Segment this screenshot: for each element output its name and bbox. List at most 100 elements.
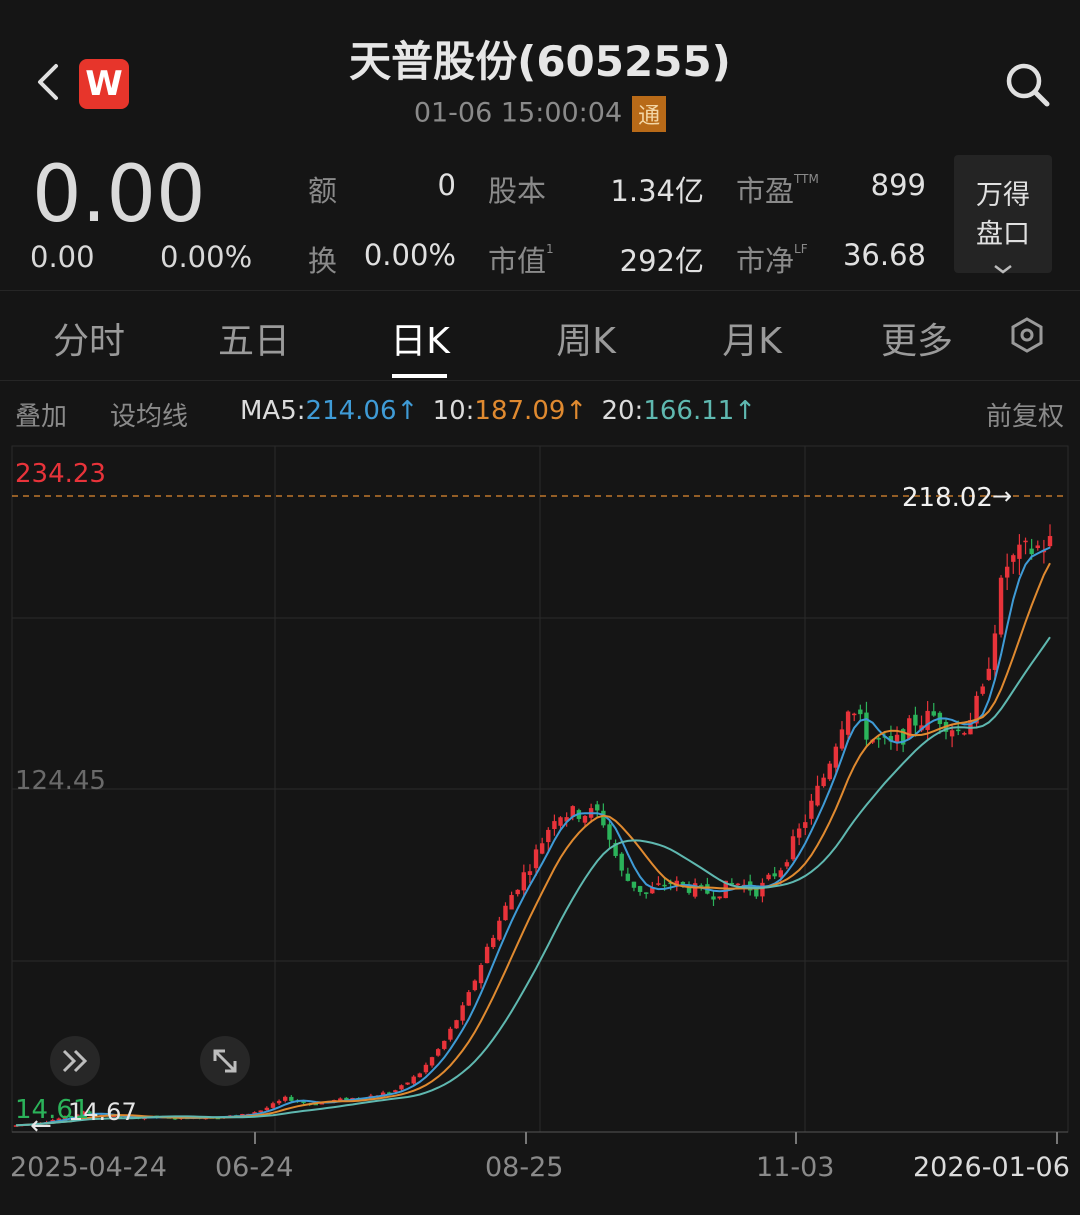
quote-time-row: 01-06 15:00:04 通: [0, 96, 1080, 132]
candle-body: [270, 1103, 276, 1108]
candle-body: [925, 710, 930, 730]
candle-body: [472, 980, 478, 991]
candle-body: [839, 729, 845, 749]
stat-label-pb: 市净LF: [736, 242, 808, 278]
candle-body: [735, 883, 741, 886]
x-label-start: 2025-04-24: [10, 1152, 167, 1183]
candle-body: [503, 905, 508, 921]
overlay-button[interactable]: 叠加: [15, 396, 67, 433]
candle-body: [949, 730, 955, 737]
candle-body: [289, 1096, 294, 1101]
candle-body: [803, 822, 808, 828]
candle-body: [264, 1107, 270, 1111]
tab-weekly-k[interactable]: 周K: [550, 312, 622, 364]
orderbook-line2: 盘口: [976, 219, 1030, 250]
candle-body: [1023, 540, 1028, 543]
candle-body: [411, 1076, 416, 1084]
candle-body: [1029, 548, 1034, 555]
x-label-nov: 11-03: [756, 1152, 835, 1183]
candle-body: [491, 937, 496, 948]
ma10-line: [15, 562, 1051, 1127]
candle-body: [717, 896, 722, 899]
stat-value-amount: 0: [437, 168, 456, 202]
x-label-aug: 08-25: [485, 1152, 564, 1183]
double-chevron-icon: [62, 1049, 88, 1073]
last-price-label: 218.02: [902, 483, 993, 513]
candle-body: [619, 853, 624, 871]
x-label-end: 2026-01-06: [913, 1152, 1070, 1183]
candle-body: [980, 686, 985, 694]
candle-body: [283, 1096, 288, 1101]
ma5-line: [15, 546, 1051, 1127]
settings-icon[interactable]: [1008, 316, 1046, 354]
candle-body: [784, 862, 790, 867]
candle-body: [442, 1040, 447, 1049]
tab-daily-k[interactable]: 日K: [384, 312, 456, 364]
scroll-left-arrow-icon[interactable]: ←: [30, 1111, 52, 1141]
candle-body: [827, 763, 832, 780]
candle-body: [399, 1085, 404, 1090]
candle-body: [796, 828, 802, 838]
candle-body: [1017, 544, 1022, 559]
x-label-jun: 06-24: [215, 1152, 294, 1183]
last-price-arrow-icon: →: [992, 482, 1012, 510]
candle-body: [711, 896, 716, 900]
candle-body: [852, 713, 857, 716]
candle-body: [417, 1073, 423, 1078]
candle-body: [527, 871, 533, 876]
candle-body: [558, 817, 563, 826]
candle-body: [497, 920, 502, 940]
candle-body: [790, 836, 796, 860]
candle-body: [582, 815, 588, 823]
candle-body: [484, 946, 490, 964]
candle-body: [478, 965, 484, 984]
candle-body: [931, 711, 936, 716]
candle-body: [276, 1100, 282, 1104]
chevron-down-icon: [994, 265, 1012, 274]
candle-body: [643, 892, 649, 894]
candlestick-chart[interactable]: 234.23 124.45 14.61 14.67 218.02 → ←: [0, 440, 1080, 1152]
stat-value-pe: 899: [870, 168, 926, 202]
stat-label-shares: 股本: [488, 174, 547, 208]
adjust-mode-button[interactable]: 前复权: [986, 396, 1064, 433]
candle-body: [962, 733, 967, 735]
candle-body: [1011, 555, 1016, 562]
candle-body: [662, 884, 667, 887]
stat-value-mktcap: 292亿: [619, 244, 704, 278]
tab-more[interactable]: 更多: [876, 312, 958, 364]
candle-body: [809, 800, 814, 819]
candle-body: [1004, 566, 1010, 578]
stat-label-turnover: 换: [308, 244, 338, 278]
candle-body: [521, 872, 527, 891]
divider: [0, 380, 1080, 381]
stat-value-shares: 1.34亿: [610, 174, 704, 208]
candle-body: [833, 746, 839, 768]
fast-forward-button[interactable]: [50, 1036, 100, 1086]
candle-body: [515, 889, 520, 895]
candle-body: [821, 777, 826, 787]
set-ma-button[interactable]: 设均线: [110, 396, 188, 433]
orderbook-line1: 万得: [976, 180, 1030, 211]
tab-intraday[interactable]: 分时: [48, 312, 130, 364]
candle-body: [876, 738, 881, 740]
candle-body: [998, 577, 1004, 635]
wind-orderbook-button[interactable]: 万得 盘口: [954, 155, 1052, 274]
candle-body: [760, 882, 765, 897]
candle-body: [766, 874, 771, 880]
y-mid-label: 124.45: [15, 766, 106, 796]
y-max-label: 234.23: [15, 459, 106, 489]
candle-body: [1047, 536, 1053, 547]
low-marker-label: 14.67: [68, 1098, 137, 1126]
tab-monthly-k[interactable]: 月K: [716, 312, 788, 364]
candle-body: [466, 992, 471, 1006]
fullscreen-button[interactable]: [200, 1036, 250, 1086]
candle-body: [637, 886, 643, 892]
candle-body: [460, 1005, 465, 1021]
tab-five-day[interactable]: 五日: [213, 312, 295, 364]
current-price: 0.00: [32, 150, 206, 240]
quote-datetime: 01-06 15:00:04: [413, 97, 623, 129]
tong-badge: 通: [632, 96, 667, 132]
stat-label-pe: 市盈TTM: [736, 172, 819, 208]
stat-value-pb: 36.68: [842, 238, 926, 272]
search-icon[interactable]: [1003, 60, 1053, 110]
